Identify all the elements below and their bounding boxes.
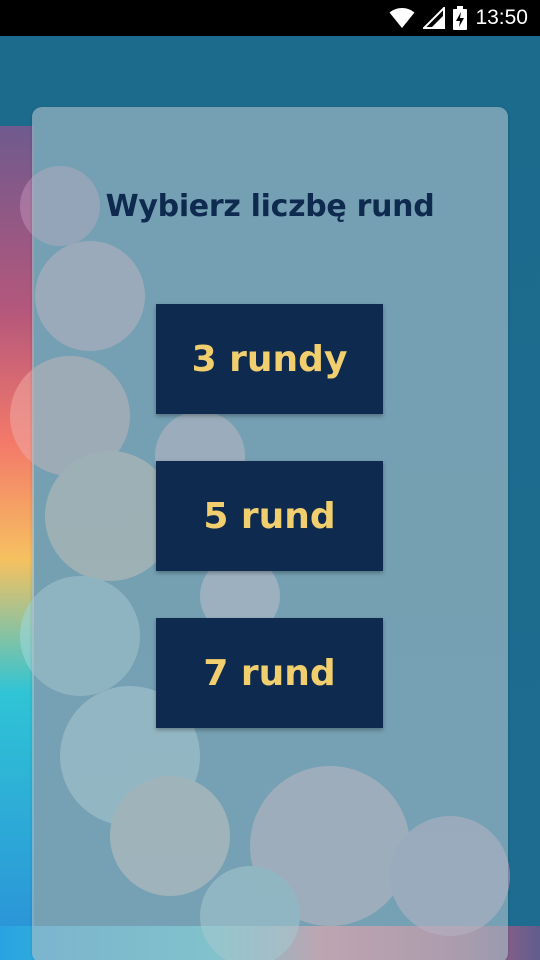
three-rounds-button[interactable]: 3 rundy: [156, 304, 383, 414]
signal-icon: [423, 7, 446, 29]
seven-rounds-button[interactable]: 7 rund: [156, 618, 383, 728]
five-rounds-button[interactable]: 5 rund: [156, 461, 383, 571]
status-bar: 13:50: [0, 0, 540, 36]
battery-charging-icon: [453, 6, 468, 30]
wifi-icon: [389, 7, 415, 29]
page-title: Wybierz liczbę rund: [105, 189, 435, 224]
status-time: 13:50: [475, 6, 528, 29]
